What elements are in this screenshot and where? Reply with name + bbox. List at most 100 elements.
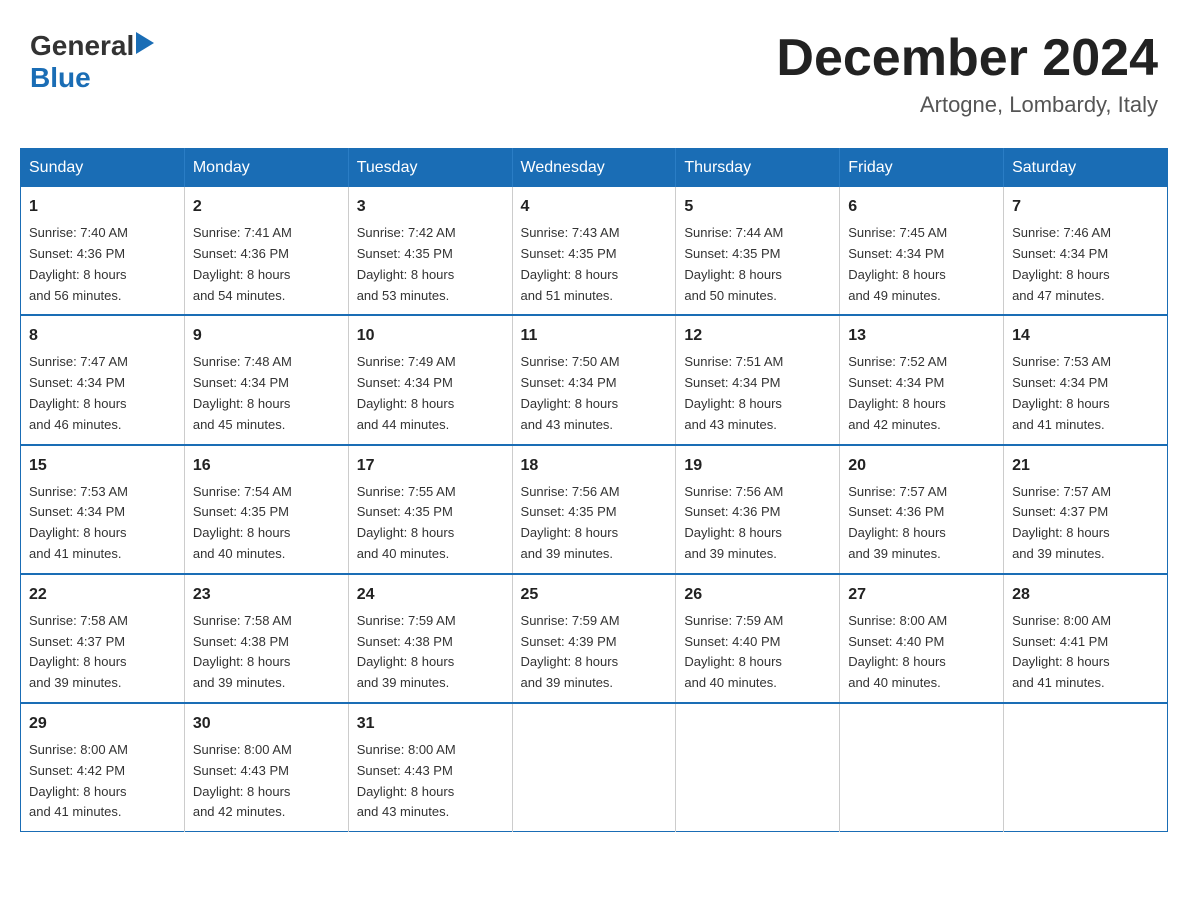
- logo: General Blue: [30, 30, 154, 94]
- page-header: General Blue December 2024 Artogne, Lomb…: [20, 20, 1168, 128]
- day-info: Sunrise: 7:48 AM Sunset: 4:34 PM Dayligh…: [193, 352, 340, 435]
- col-wednesday: Wednesday: [512, 149, 676, 188]
- day-number: 19: [684, 454, 831, 478]
- day-info: Sunrise: 7:44 AM Sunset: 4:35 PM Dayligh…: [684, 223, 831, 306]
- day-info: Sunrise: 7:41 AM Sunset: 4:36 PM Dayligh…: [193, 223, 340, 306]
- calendar-cell: 27 Sunrise: 8:00 AM Sunset: 4:40 PM Dayl…: [840, 574, 1004, 703]
- day-number: 8: [29, 324, 176, 348]
- calendar-cell: 14 Sunrise: 7:53 AM Sunset: 4:34 PM Dayl…: [1004, 315, 1168, 444]
- day-info: Sunrise: 7:40 AM Sunset: 4:36 PM Dayligh…: [29, 223, 176, 306]
- day-number: 11: [521, 324, 668, 348]
- location: Artogne, Lombardy, Italy: [776, 92, 1158, 118]
- day-number: 16: [193, 454, 340, 478]
- day-number: 1: [29, 195, 176, 219]
- col-saturday: Saturday: [1004, 149, 1168, 188]
- calendar-cell: 1 Sunrise: 7:40 AM Sunset: 4:36 PM Dayli…: [21, 187, 185, 315]
- day-number: 26: [684, 583, 831, 607]
- col-monday: Monday: [184, 149, 348, 188]
- day-number: 10: [357, 324, 504, 348]
- day-info: Sunrise: 7:53 AM Sunset: 4:34 PM Dayligh…: [29, 482, 176, 565]
- day-number: 5: [684, 195, 831, 219]
- day-info: Sunrise: 8:00 AM Sunset: 4:40 PM Dayligh…: [848, 611, 995, 694]
- calendar-cell: 17 Sunrise: 7:55 AM Sunset: 4:35 PM Dayl…: [348, 445, 512, 574]
- calendar-cell: 8 Sunrise: 7:47 AM Sunset: 4:34 PM Dayli…: [21, 315, 185, 444]
- calendar-cell: 7 Sunrise: 7:46 AM Sunset: 4:34 PM Dayli…: [1004, 187, 1168, 315]
- calendar-cell: 12 Sunrise: 7:51 AM Sunset: 4:34 PM Dayl…: [676, 315, 840, 444]
- day-info: Sunrise: 8:00 AM Sunset: 4:43 PM Dayligh…: [357, 740, 504, 823]
- day-info: Sunrise: 8:00 AM Sunset: 4:42 PM Dayligh…: [29, 740, 176, 823]
- calendar-cell: 3 Sunrise: 7:42 AM Sunset: 4:35 PM Dayli…: [348, 187, 512, 315]
- col-thursday: Thursday: [676, 149, 840, 188]
- day-number: 29: [29, 712, 176, 736]
- calendar-cell: 25 Sunrise: 7:59 AM Sunset: 4:39 PM Dayl…: [512, 574, 676, 703]
- calendar-cell: 9 Sunrise: 7:48 AM Sunset: 4:34 PM Dayli…: [184, 315, 348, 444]
- day-number: 31: [357, 712, 504, 736]
- title-section: December 2024 Artogne, Lombardy, Italy: [776, 30, 1158, 118]
- logo-blue: Blue: [30, 62, 91, 93]
- calendar-cell: 2 Sunrise: 7:41 AM Sunset: 4:36 PM Dayli…: [184, 187, 348, 315]
- calendar-cell: 10 Sunrise: 7:49 AM Sunset: 4:34 PM Dayl…: [348, 315, 512, 444]
- day-number: 4: [521, 195, 668, 219]
- calendar-cell: 13 Sunrise: 7:52 AM Sunset: 4:34 PM Dayl…: [840, 315, 1004, 444]
- day-info: Sunrise: 7:46 AM Sunset: 4:34 PM Dayligh…: [1012, 223, 1159, 306]
- calendar-cell: 26 Sunrise: 7:59 AM Sunset: 4:40 PM Dayl…: [676, 574, 840, 703]
- day-info: Sunrise: 7:59 AM Sunset: 4:40 PM Dayligh…: [684, 611, 831, 694]
- day-info: Sunrise: 7:58 AM Sunset: 4:37 PM Dayligh…: [29, 611, 176, 694]
- calendar-cell: [1004, 703, 1168, 832]
- week-row-2: 8 Sunrise: 7:47 AM Sunset: 4:34 PM Dayli…: [21, 315, 1168, 444]
- day-number: 22: [29, 583, 176, 607]
- header-row: Sunday Monday Tuesday Wednesday Thursday…: [21, 149, 1168, 188]
- calendar-cell: 21 Sunrise: 7:57 AM Sunset: 4:37 PM Dayl…: [1004, 445, 1168, 574]
- calendar-header: Sunday Monday Tuesday Wednesday Thursday…: [21, 149, 1168, 188]
- day-number: 30: [193, 712, 340, 736]
- day-info: Sunrise: 7:57 AM Sunset: 4:37 PM Dayligh…: [1012, 482, 1159, 565]
- day-number: 13: [848, 324, 995, 348]
- day-info: Sunrise: 7:51 AM Sunset: 4:34 PM Dayligh…: [684, 352, 831, 435]
- calendar-body: 1 Sunrise: 7:40 AM Sunset: 4:36 PM Dayli…: [21, 187, 1168, 831]
- day-info: Sunrise: 7:57 AM Sunset: 4:36 PM Dayligh…: [848, 482, 995, 565]
- day-number: 28: [1012, 583, 1159, 607]
- calendar-cell: 30 Sunrise: 8:00 AM Sunset: 4:43 PM Dayl…: [184, 703, 348, 832]
- day-number: 27: [848, 583, 995, 607]
- calendar-cell: 29 Sunrise: 8:00 AM Sunset: 4:42 PM Dayl…: [21, 703, 185, 832]
- day-info: Sunrise: 7:55 AM Sunset: 4:35 PM Dayligh…: [357, 482, 504, 565]
- day-number: 9: [193, 324, 340, 348]
- calendar-cell: 6 Sunrise: 7:45 AM Sunset: 4:34 PM Dayli…: [840, 187, 1004, 315]
- day-number: 21: [1012, 454, 1159, 478]
- col-sunday: Sunday: [21, 149, 185, 188]
- calendar-table: Sunday Monday Tuesday Wednesday Thursday…: [20, 148, 1168, 832]
- logo-arrow-icon: [136, 32, 154, 59]
- calendar-cell: 24 Sunrise: 7:59 AM Sunset: 4:38 PM Dayl…: [348, 574, 512, 703]
- day-number: 14: [1012, 324, 1159, 348]
- day-number: 17: [357, 454, 504, 478]
- calendar-cell: 16 Sunrise: 7:54 AM Sunset: 4:35 PM Dayl…: [184, 445, 348, 574]
- week-row-5: 29 Sunrise: 8:00 AM Sunset: 4:42 PM Dayl…: [21, 703, 1168, 832]
- logo-general: General: [30, 30, 134, 62]
- day-info: Sunrise: 7:42 AM Sunset: 4:35 PM Dayligh…: [357, 223, 504, 306]
- day-info: Sunrise: 7:47 AM Sunset: 4:34 PM Dayligh…: [29, 352, 176, 435]
- day-info: Sunrise: 8:00 AM Sunset: 4:43 PM Dayligh…: [193, 740, 340, 823]
- day-number: 7: [1012, 195, 1159, 219]
- day-number: 20: [848, 454, 995, 478]
- day-number: 12: [684, 324, 831, 348]
- calendar-cell: 22 Sunrise: 7:58 AM Sunset: 4:37 PM Dayl…: [21, 574, 185, 703]
- day-info: Sunrise: 7:56 AM Sunset: 4:36 PM Dayligh…: [684, 482, 831, 565]
- day-number: 15: [29, 454, 176, 478]
- day-info: Sunrise: 7:56 AM Sunset: 4:35 PM Dayligh…: [521, 482, 668, 565]
- col-friday: Friday: [840, 149, 1004, 188]
- day-info: Sunrise: 7:59 AM Sunset: 4:38 PM Dayligh…: [357, 611, 504, 694]
- calendar-cell: 5 Sunrise: 7:44 AM Sunset: 4:35 PM Dayli…: [676, 187, 840, 315]
- calendar-cell: 11 Sunrise: 7:50 AM Sunset: 4:34 PM Dayl…: [512, 315, 676, 444]
- day-number: 2: [193, 195, 340, 219]
- day-info: Sunrise: 7:45 AM Sunset: 4:34 PM Dayligh…: [848, 223, 995, 306]
- month-title: December 2024: [776, 30, 1158, 87]
- calendar-cell: 23 Sunrise: 7:58 AM Sunset: 4:38 PM Dayl…: [184, 574, 348, 703]
- day-number: 3: [357, 195, 504, 219]
- day-info: Sunrise: 7:49 AM Sunset: 4:34 PM Dayligh…: [357, 352, 504, 435]
- calendar-cell: 19 Sunrise: 7:56 AM Sunset: 4:36 PM Dayl…: [676, 445, 840, 574]
- calendar-cell: 20 Sunrise: 7:57 AM Sunset: 4:36 PM Dayl…: [840, 445, 1004, 574]
- day-number: 23: [193, 583, 340, 607]
- calendar-cell: 31 Sunrise: 8:00 AM Sunset: 4:43 PM Dayl…: [348, 703, 512, 832]
- calendar-cell: [840, 703, 1004, 832]
- day-info: Sunrise: 7:52 AM Sunset: 4:34 PM Dayligh…: [848, 352, 995, 435]
